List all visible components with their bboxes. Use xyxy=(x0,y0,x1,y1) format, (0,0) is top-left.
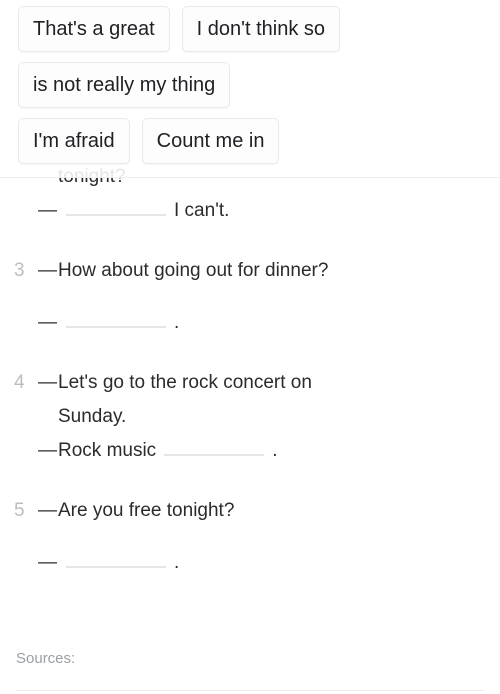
question-row-5: 5 — Are you free tonight? xyxy=(0,494,500,528)
word-bank-row-2: is not really my thing xyxy=(14,62,486,108)
word-chip-is-not-really-my-thing[interactable]: is not really my thing xyxy=(18,62,231,108)
answer-blank-5[interactable] xyxy=(66,546,166,568)
answer-row-5: — . xyxy=(0,546,500,580)
prompt-dash-3: — xyxy=(38,260,57,281)
footer: Sources: xyxy=(0,648,500,670)
prompt-text-4: Let's go to the rock concert on xyxy=(58,372,312,393)
word-chip-i-dont-think-so[interactable]: I don't think so xyxy=(181,6,341,52)
word-bank-overlay: That's a great I don't think so is not r… xyxy=(0,0,500,178)
answer-blank-3[interactable] xyxy=(66,306,166,328)
prompt-text-5: Are you free tonight? xyxy=(58,500,235,521)
prompt-text-4-line2: Sunday. xyxy=(58,406,127,427)
word-bank-row-3: I'm afraid Count me in xyxy=(14,118,486,164)
question-number-4: 4 xyxy=(14,372,25,393)
answer-dash-3: — xyxy=(38,312,57,333)
answer-suffix-4: . xyxy=(272,440,278,461)
question-row-3: 3 — How about going out for dinner? xyxy=(0,254,500,288)
question-row-4: 4 — Let's go to the rock concert on Sund… xyxy=(0,366,500,468)
word-chip-im-afraid[interactable]: I'm afraid xyxy=(18,118,130,164)
answer-blank-4[interactable] xyxy=(164,434,265,456)
answer-suffix-5: . xyxy=(174,552,180,573)
word-bank-row-1: That's a great I don't think so xyxy=(14,6,486,52)
question-number-3: 3 xyxy=(14,260,25,281)
prompt-text-3: How about going out for dinner? xyxy=(58,260,329,281)
footer-divider xyxy=(16,690,484,691)
answer-row-3: — . xyxy=(0,306,500,340)
prompt-dash-5: — xyxy=(38,500,57,521)
answer-suffix-3: . xyxy=(174,312,180,333)
answer-row-2: — I can't. xyxy=(0,194,500,228)
word-chip-count-me-in[interactable]: Count me in xyxy=(141,118,280,164)
answer-dash-5: — xyxy=(38,552,57,573)
answer-blank-2[interactable] xyxy=(66,194,166,216)
question-number-5: 5 xyxy=(14,500,25,521)
word-chip-thats-a-great[interactable]: That's a great xyxy=(18,6,170,52)
answer-prefix-4: Rock music xyxy=(58,440,157,461)
answer-suffix-2: I can't. xyxy=(174,200,230,221)
answer-dash-2: — xyxy=(38,200,57,221)
prompt-dash-4: — xyxy=(38,372,57,393)
answer-dash-4: — xyxy=(38,440,57,461)
sources-label: Sources: xyxy=(16,650,76,667)
